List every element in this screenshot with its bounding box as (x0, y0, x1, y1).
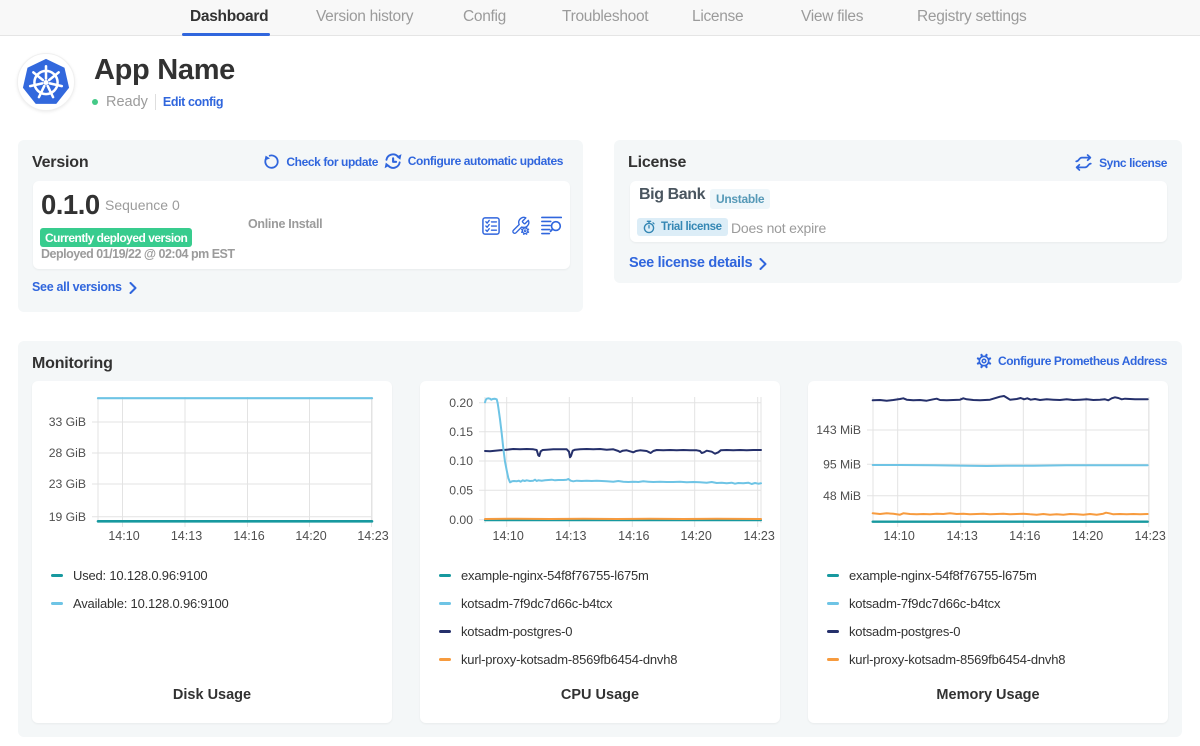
svg-text:14:23: 14:23 (357, 529, 388, 543)
svg-text:14:20: 14:20 (295, 529, 326, 543)
svg-text:0.10: 0.10 (449, 454, 473, 468)
svg-text:14:13: 14:13 (947, 529, 978, 543)
svg-text:19 GiB: 19 GiB (49, 510, 86, 524)
svg-text:0.15: 0.15 (449, 425, 473, 439)
svg-text:14:16: 14:16 (233, 529, 264, 543)
svg-text:14:13: 14:13 (171, 529, 202, 543)
svg-text:14:23: 14:23 (744, 529, 775, 543)
svg-text:48 MiB: 48 MiB (823, 489, 861, 503)
svg-text:143 MiB: 143 MiB (816, 423, 861, 437)
svg-text:28 GiB: 28 GiB (49, 446, 86, 460)
svg-text:14:10: 14:10 (884, 529, 915, 543)
svg-text:14:20: 14:20 (681, 529, 712, 543)
svg-text:14:13: 14:13 (555, 529, 586, 543)
svg-text:0.20: 0.20 (449, 396, 473, 410)
svg-text:23 GiB: 23 GiB (49, 477, 86, 491)
svg-text:0.00: 0.00 (449, 513, 473, 527)
svg-text:14:10: 14:10 (493, 529, 524, 543)
svg-text:95 MiB: 95 MiB (823, 458, 861, 472)
svg-text:33 GiB: 33 GiB (49, 415, 86, 429)
svg-text:14:23: 14:23 (1135, 529, 1166, 543)
svg-text:14:20: 14:20 (1072, 529, 1103, 543)
svg-text:0.05: 0.05 (449, 484, 473, 498)
svg-text:14:16: 14:16 (1009, 529, 1040, 543)
svg-text:14:16: 14:16 (618, 529, 649, 543)
svg-text:14:10: 14:10 (108, 529, 139, 543)
